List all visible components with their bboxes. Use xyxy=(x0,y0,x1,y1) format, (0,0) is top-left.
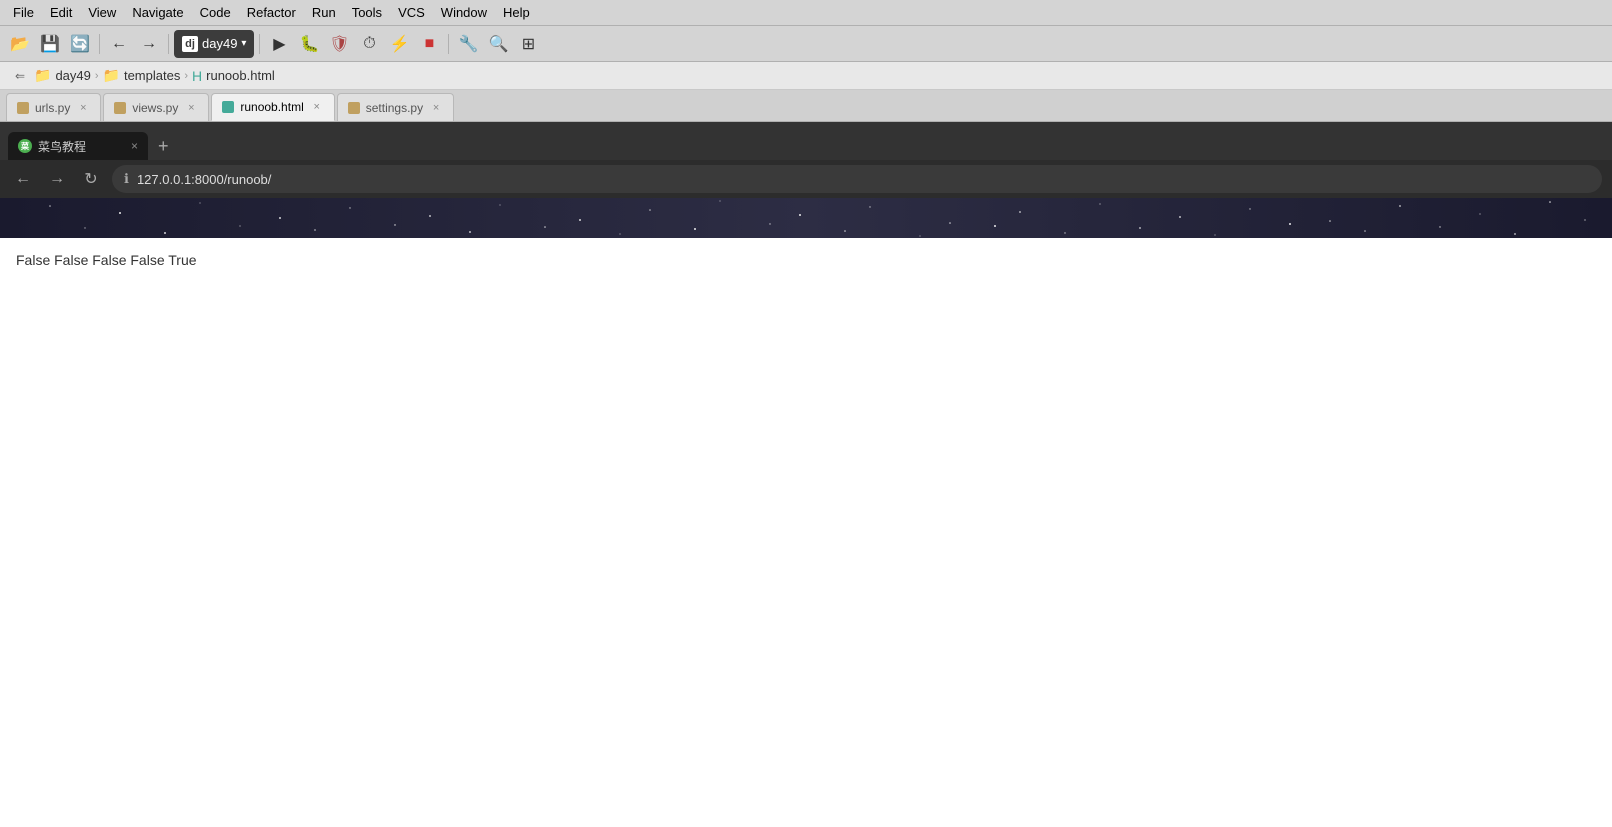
browser-nav: ← → ↻ ℹ 127.0.0.1:8000/runoob/ xyxy=(0,160,1612,198)
address-bar[interactable]: ℹ 127.0.0.1:8000/runoob/ xyxy=(112,165,1602,193)
tab-urls[interactable]: urls.py × xyxy=(6,93,101,121)
settings-button[interactable]: 🔧 xyxy=(454,30,482,58)
search-button[interactable]: 🔍 xyxy=(484,30,512,58)
address-text: 127.0.0.1:8000/runoob/ xyxy=(137,172,271,187)
tab-settings[interactable]: settings.py × xyxy=(337,93,454,121)
browser-tab-label: 菜鸟教程 xyxy=(38,138,86,155)
browser-tab-bar: 菜 菜鸟教程 × + xyxy=(0,122,1612,160)
back-button[interactable]: ← xyxy=(105,30,133,58)
breadcrumb-day49[interactable]: 📁 day49 xyxy=(34,67,91,84)
breadcrumb-back[interactable]: ⇐ xyxy=(10,66,30,86)
folder-icon-templates: 📁 xyxy=(103,67,120,84)
breadcrumb-templates[interactable]: 📁 templates xyxy=(103,67,181,84)
toolbar: 📂 💾 🔄 ← → dj day49 ▾ ▶ 🐛 🛡 ⏱ ⚡ ■ 🔧 🔍 ⊞ xyxy=(0,26,1612,62)
menu-refactor[interactable]: Refactor xyxy=(240,3,303,22)
html-file-icon: H xyxy=(192,68,202,84)
tab-views-close[interactable]: × xyxy=(184,101,198,115)
tab-runoob-close[interactable]: × xyxy=(310,100,324,114)
browser-back-button[interactable]: ← xyxy=(10,166,36,192)
urls-file-icon xyxy=(17,102,29,114)
terminal-button[interactable]: ⊞ xyxy=(514,30,542,58)
menu-edit[interactable]: Edit xyxy=(43,3,79,22)
browser-tab-close[interactable]: × xyxy=(131,139,138,153)
breadcrumb-runoob-label: runoob.html xyxy=(206,68,275,83)
browser-forward-button[interactable]: → xyxy=(44,166,70,192)
breadcrumb-sep-2: › xyxy=(184,70,188,82)
coverage-button[interactable]: 🛡 xyxy=(325,30,353,58)
run-button[interactable]: ▶ xyxy=(265,30,293,58)
menu-view[interactable]: View xyxy=(81,3,123,22)
starfield-banner xyxy=(0,198,1612,238)
menu-help[interactable]: Help xyxy=(496,3,537,22)
new-tab-button[interactable]: + xyxy=(152,132,175,160)
tab-settings-label: settings.py xyxy=(366,101,423,115)
page-output-text: False False False False True xyxy=(16,252,197,268)
content-area: False False False False True xyxy=(0,238,1612,827)
debug-button[interactable]: 🐛 xyxy=(295,30,323,58)
browser-wrapper: 菜 菜鸟教程 × + ← → ↻ ℹ 127.0.0.1:8000/runoob… xyxy=(0,122,1612,827)
forward-button[interactable]: → xyxy=(135,30,163,58)
breadcrumb-templates-label: templates xyxy=(124,68,180,83)
settings-file-icon xyxy=(348,102,360,114)
folder-icon-day49: 📁 xyxy=(34,67,51,84)
tab-runoob[interactable]: runoob.html × xyxy=(211,93,334,121)
stop-button[interactable]: ■ xyxy=(415,30,443,58)
breadcrumb-sep-1: › xyxy=(95,70,99,82)
open-folder-button[interactable]: 📂 xyxy=(6,30,34,58)
menu-vcs[interactable]: VCS xyxy=(391,3,432,22)
tab-settings-close[interactable]: × xyxy=(429,101,443,115)
menu-navigate[interactable]: Navigate xyxy=(125,3,190,22)
browser-refresh-button[interactable]: ↻ xyxy=(78,166,104,192)
menu-file[interactable]: File xyxy=(6,3,41,22)
breadcrumb: ⇐ 📁 day49 › 📁 templates › H runoob.html xyxy=(0,62,1612,90)
breadcrumb-runoob[interactable]: H runoob.html xyxy=(192,68,275,84)
tab-urls-close[interactable]: × xyxy=(76,101,90,115)
build-button[interactable]: ⚡ xyxy=(385,30,413,58)
save-button[interactable]: 💾 xyxy=(36,30,64,58)
tab-urls-label: urls.py xyxy=(35,101,70,115)
breadcrumb-day49-label: day49 xyxy=(55,68,90,83)
tab-runoob-label: runoob.html xyxy=(240,100,303,114)
views-file-icon xyxy=(114,102,126,114)
tab-views-label: views.py xyxy=(132,101,178,115)
menu-tools[interactable]: Tools xyxy=(345,3,389,22)
project-name-label: day49 xyxy=(202,36,237,51)
menu-code[interactable]: Code xyxy=(193,3,238,22)
menu-run[interactable]: Run xyxy=(305,3,343,22)
runoob-file-icon xyxy=(222,101,234,113)
project-selector[interactable]: dj day49 ▾ xyxy=(174,30,254,58)
toolbar-sep-3 xyxy=(259,34,260,54)
sync-button[interactable]: 🔄 xyxy=(66,30,94,58)
menu-window[interactable]: Window xyxy=(434,3,494,22)
menu-bar: File Edit View Navigate Code Refactor Ru… xyxy=(0,0,1612,26)
project-dropdown-arrow: ▾ xyxy=(241,38,246,49)
toolbar-sep-2 xyxy=(168,34,169,54)
profile-button[interactable]: ⏱ xyxy=(355,30,383,58)
browser-favicon: 菜 xyxy=(18,139,32,153)
toolbar-sep-4 xyxy=(448,34,449,54)
editor-tabs: urls.py × views.py × runoob.html × setti… xyxy=(0,90,1612,122)
address-info-icon: ℹ xyxy=(124,171,129,187)
toolbar-sep-1 xyxy=(99,34,100,54)
browser-tab-runoob[interactable]: 菜 菜鸟教程 × xyxy=(8,132,148,160)
django-icon: dj xyxy=(182,36,198,52)
tab-views[interactable]: views.py × xyxy=(103,93,209,121)
ide-wrapper: File Edit View Navigate Code Refactor Ru… xyxy=(0,0,1612,827)
stars-svg xyxy=(0,198,1612,238)
